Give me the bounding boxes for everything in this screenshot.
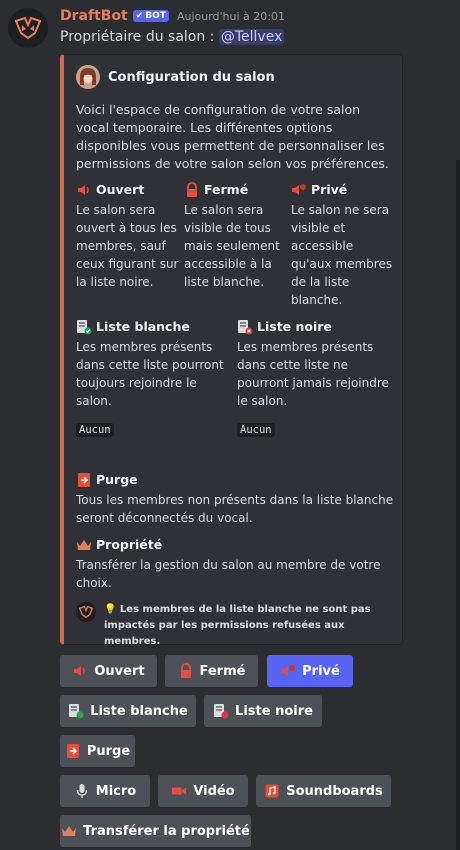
field-private: Privé Le salon ne sera visible et access…: [291, 181, 393, 309]
crown-icon: [76, 537, 92, 553]
owner-mention[interactable]: @Tellvex: [218, 29, 285, 45]
field-open: Ouvert Le salon sera ouvert à tous les m…: [76, 181, 179, 291]
draftbot-logo-icon[interactable]: [8, 8, 48, 48]
soundboards-button[interactable]: Soundboards: [256, 775, 391, 807]
field-whitelist: Liste blanche Les membres présents dans …: [76, 318, 226, 439]
field-private-name: Privé: [311, 182, 348, 197]
blacklist-icon: [237, 319, 253, 335]
exit-icon: [65, 743, 81, 759]
whitelist-button-label: Liste blanche: [90, 703, 188, 719]
music-note-icon: [264, 783, 280, 799]
field-closed-name: Fermé: [204, 182, 249, 197]
field-whitelist-value: Les membres présents dans cette liste po…: [76, 340, 224, 408]
speaker-icon: [76, 182, 92, 198]
field-blacklist: Liste noire Les membres présents dans ce…: [237, 318, 395, 439]
field-ownership-value: Transférer la gestion du salon au membre…: [76, 558, 381, 590]
private-button-label: Privé: [302, 663, 340, 679]
blacklist-icon: [213, 703, 229, 719]
embed-author: Configuration du salon: [76, 65, 392, 89]
whitelist-icon: [76, 319, 92, 335]
username[interactable]: DraftBot: [60, 8, 128, 24]
purge-button-label: Purge: [86, 743, 131, 759]
private-speaker-icon: [291, 182, 307, 198]
microphone-icon: [74, 783, 90, 799]
check-icon: ✔: [135, 11, 144, 21]
video-button-label: Vidéo: [193, 783, 235, 799]
field-private-value: Le salon ne sera visible et accessible q…: [291, 203, 393, 307]
embed-title: Configuration du salon: [108, 69, 275, 85]
transfer-ownership-button[interactable]: Transférer la propriété: [60, 815, 251, 847]
scrollbar-track[interactable]: [456, 160, 460, 850]
config-embed: Configuration du salon Voici l'espace de…: [60, 54, 403, 647]
footer-text: 💡 Les membres de la liste blanche ne son…: [104, 604, 371, 647]
lock-icon: [184, 182, 200, 198]
field-blacklist-value: Les membres présents dans cette liste ne…: [237, 340, 389, 408]
open-button[interactable]: Ouvert: [60, 655, 157, 687]
field-purge: Purge Tous les membres non présents dans…: [76, 471, 396, 527]
soundboards-button-label: Soundboards: [286, 783, 383, 799]
draftbot-footer-icon: [76, 602, 96, 622]
blacklist-button[interactable]: Liste noire: [204, 695, 322, 727]
owner-line: Propriétaire du salon : @Tellvex: [60, 29, 285, 45]
lock-icon: [178, 663, 194, 679]
field-purge-name: Purge: [96, 472, 138, 487]
private-speaker-icon: [280, 663, 296, 679]
blacklist-button-label: Liste noire: [235, 703, 313, 719]
purge-button[interactable]: Purge: [60, 735, 135, 767]
field-open-value: Le salon sera ouvert à tous les membres,…: [76, 203, 179, 289]
bot-badge-label: BOT: [145, 11, 166, 21]
field-purge-value: Tous les membres non présents dans la li…: [76, 493, 394, 525]
speaker-icon: [72, 663, 88, 679]
whitelist-entries: Aucun: [76, 423, 114, 437]
blacklist-entries: Aucun: [237, 423, 275, 437]
closed-button-label: Fermé: [199, 663, 246, 679]
field-closed-value: Le salon sera visible de tous mais seule…: [184, 203, 280, 289]
mic-button[interactable]: Micro: [60, 775, 150, 807]
whitelist-button[interactable]: Liste blanche: [60, 695, 196, 727]
open-button-label: Ouvert: [94, 663, 145, 679]
field-closed: Fermé Le salon sera visible de tous mais…: [184, 181, 286, 291]
whitelist-icon: [68, 703, 84, 719]
transfer-button-label: Transférer la propriété: [83, 823, 250, 839]
crown-icon: [61, 823, 77, 839]
field-whitelist-name: Liste blanche: [96, 319, 190, 334]
field-ownership: Propriété Transférer la gestion du salon…: [76, 536, 396, 592]
embed-footer: 💡 Les membres de la liste blanche ne son…: [76, 602, 396, 650]
video-camera-icon: [171, 783, 187, 799]
mic-button-label: Micro: [95, 783, 137, 799]
message-header: DraftBot ✔ BOT Aujourd'hui à 20:01: [60, 8, 285, 24]
field-open-name: Ouvert: [96, 182, 145, 197]
video-button[interactable]: Vidéo: [158, 775, 248, 807]
exit-icon: [76, 472, 92, 488]
author-avatar: [76, 65, 100, 89]
field-ownership-name: Propriété: [96, 537, 163, 552]
private-button[interactable]: Privé: [267, 655, 353, 687]
timestamp: Aujourd'hui à 20:01: [176, 9, 285, 23]
bot-badge: ✔ BOT: [132, 10, 169, 22]
field-blacklist-name: Liste noire: [257, 319, 332, 334]
closed-button[interactable]: Fermé: [165, 655, 258, 687]
embed-description: Voici l'espace de configuration de votre…: [76, 102, 389, 171]
owner-prefix: Propriétaire du salon :: [60, 29, 215, 45]
